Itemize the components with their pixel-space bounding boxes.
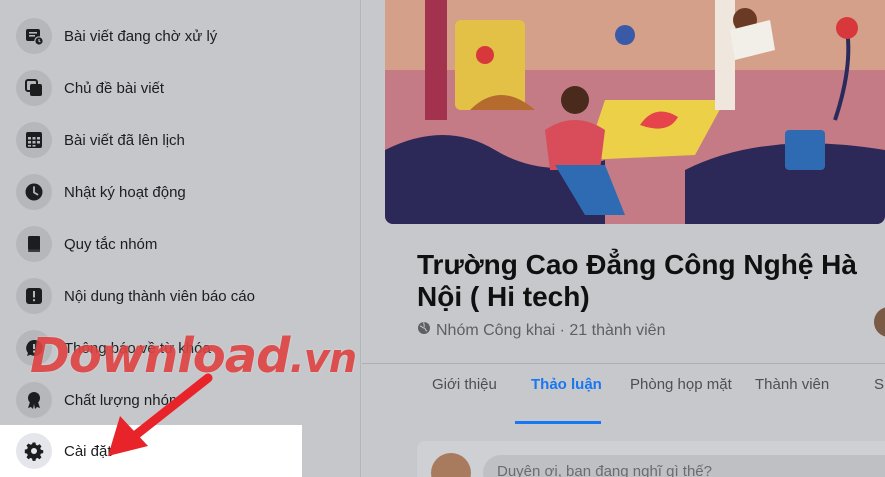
active-tab-indicator [515, 421, 601, 424]
gear-icon [16, 433, 52, 469]
sidebar-item-label: Quy tắc nhóm [64, 235, 158, 253]
sidebar-item-pending-posts[interactable]: Bài viết đang chờ xử lý [0, 10, 302, 62]
cover-illustration [385, 0, 885, 224]
clock-icon [16, 174, 52, 210]
tab-about[interactable]: Giới thiệu [432, 376, 497, 424]
tab-rooms[interactable]: Phòng họp mặt [630, 376, 732, 424]
group-title[interactable]: Trường Cao Đẳng Công Nghệ Hà Nội ( Hi te… [417, 249, 877, 313]
tab-events[interactable]: Sự [874, 376, 885, 424]
sidebar-item-group-quality[interactable]: Chất lượng nhóm [0, 374, 302, 426]
sidebar-item-label: Bài viết đang chờ xử lý [64, 27, 218, 45]
avatar[interactable] [431, 453, 471, 477]
post-composer: Duyên ơi, bạn đang nghĩ gì thế? [417, 441, 885, 477]
sidebar-item-member-reports[interactable]: Nội dung thành viên báo cáo [0, 270, 302, 322]
composer-input[interactable]: Duyên ơi, bạn đang nghĩ gì thế? [483, 455, 885, 477]
sidebar-item-settings[interactable]: Cài đặt [0, 425, 302, 477]
sidebar-item-group-rules[interactable]: Quy tắc nhóm [0, 218, 302, 270]
group-main-panel: Trường Cao Đẳng Công Nghệ Hà Nội ( Hi te… [362, 0, 885, 477]
sidebar-item-activity-log[interactable]: Nhật ký hoạt động [0, 166, 302, 218]
sidebar-item-label: Nhật ký hoạt động [64, 183, 186, 201]
group-privacy-members[interactable]: Nhóm Công khai · 21 thành viên [436, 322, 665, 340]
sidebar-item-label: Nội dung thành viên báo cáo [64, 287, 255, 305]
sidebar-item-label: Thông báo về từ khóa [64, 339, 211, 357]
divider [362, 363, 885, 364]
sidebar-item-scheduled-posts[interactable]: Bài viết đã lên lịch [0, 114, 302, 166]
tab-members[interactable]: Thành viên [755, 376, 829, 424]
sidebar-item-label: Bài viết đã lên lịch [64, 131, 185, 149]
admin-sidebar: Bài viết đang chờ xử lý Chủ đề bài viết … [0, 0, 361, 477]
tab-discussion[interactable]: Thảo luận [531, 376, 602, 424]
sidebar-item-label: Chất lượng nhóm [64, 391, 182, 409]
book-icon [16, 226, 52, 262]
badge-icon [16, 382, 52, 418]
sidebar-item-label: Cài đặt [64, 442, 112, 460]
calendar-icon [16, 122, 52, 158]
sidebar-item-label: Chủ đề bài viết [64, 79, 165, 97]
cover-photo[interactable] [385, 0, 885, 224]
post-topics-icon [16, 70, 52, 106]
report-icon [16, 278, 52, 314]
group-meta: Nhóm Công khai · 21 thành viên [417, 321, 665, 340]
pending-posts-icon [16, 18, 52, 54]
keyword-alert-icon [16, 330, 52, 366]
sidebar-item-keyword-alerts[interactable]: Thông báo về từ khóa [0, 322, 302, 374]
sidebar-item-post-topics[interactable]: Chủ đề bài viết [0, 62, 302, 114]
globe-icon [417, 321, 431, 340]
